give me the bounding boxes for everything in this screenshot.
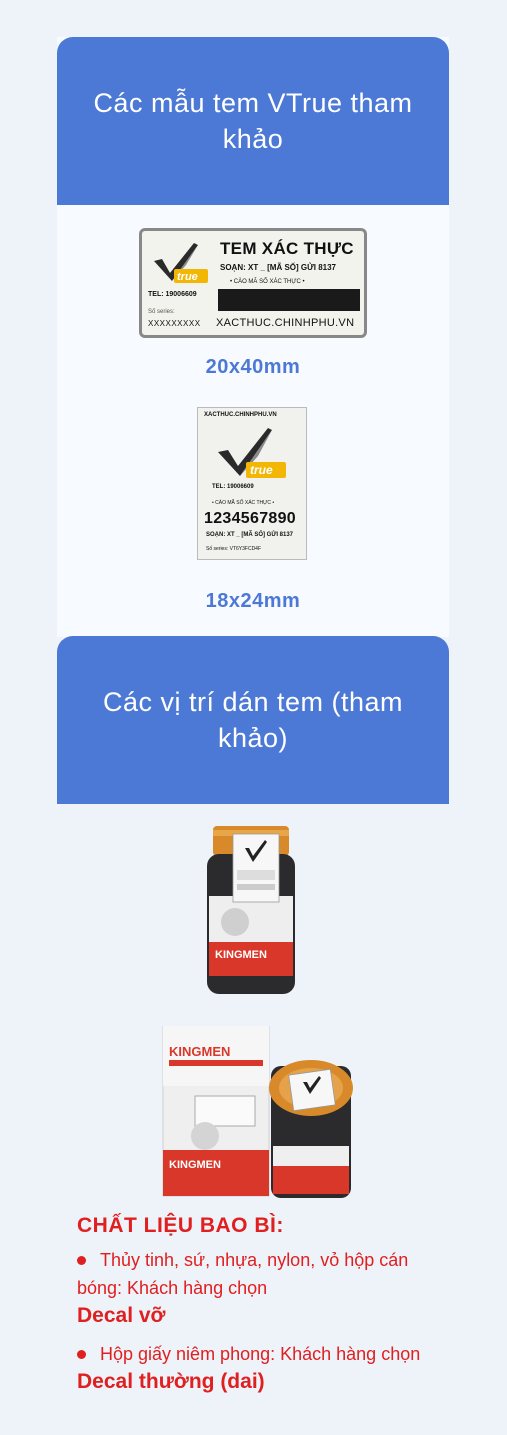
label-tel: TEL: 19006609 [148, 291, 197, 298]
series-value: Số series: VT6Y3FCD4F [206, 546, 262, 552]
label-url: XACTHUC.CHINHPHU.VN [204, 412, 277, 418]
svg-text:KINGMEN: KINGMEN [215, 949, 267, 961]
size-label-20x40: 20x40mm [205, 356, 301, 378]
materials-heading: CHẤT LIỆU BAO BÌ: [77, 1214, 284, 1237]
label-sample-20x40: true TEM XÁC THỰC SOẠN: XT _ [MÃ SỐ] GỬI… [139, 228, 367, 338]
scratch-hint: • CÀO MÃ SỐ XÁC THỰC • [212, 500, 275, 506]
section-banner-samples: Các mẫu tem VTrue tham khảo [57, 37, 449, 205]
materials-item-emphasis: Decal vỡ [77, 1304, 166, 1327]
svg-text:KINGMEN: KINGMEN [169, 1044, 230, 1059]
vtrue-logo-icon: true [218, 428, 286, 478]
size-label-18x24: 18x24mm [205, 590, 301, 612]
scratch-area [218, 289, 360, 311]
materials-item-paper: Hộp giấy niêm phong: Khách hàng chọn Dec… [77, 1340, 437, 1396]
product-box-image: KINGMEN KINGMEN [162, 1026, 353, 1198]
materials-item-glass: Thủy tinh, sứ, nhựa, nylon, vỏ hộp cán b… [77, 1246, 437, 1330]
label-title: TEM XÁC THỰC [220, 239, 354, 258]
vtrue-logo-icon: true [154, 243, 208, 283]
section-banner-positions: Các vị trí dán tem (tham khảo) [57, 636, 449, 804]
label-url: XACTHUC.CHINHPHU.VN [216, 317, 355, 329]
bullet-icon [77, 1255, 86, 1265]
svg-text:true: true [250, 463, 273, 477]
materials-item-text: Thủy tinh, sứ, nhựa, nylon, vỏ hộp cán b… [77, 1250, 409, 1298]
section-title-positions: Các vị trí dán tem (tham khảo) [102, 687, 404, 753]
svg-text:KINGMEN: KINGMEN [169, 1159, 221, 1171]
product-bottle-image: KINGMEN [207, 826, 295, 994]
label-sample-18x24: XACTHUC.CHINHPHU.VN true TEL: 19006609 •… [197, 407, 307, 560]
bullet-icon [77, 1349, 86, 1359]
series-label: Số series: [148, 309, 175, 315]
label-number: 1234567890 [204, 510, 296, 527]
svg-text:true: true [177, 271, 198, 283]
materials-item-text: Hộp giấy niêm phong: Khách hàng chọn [100, 1344, 421, 1364]
scratch-hint: • CÀO MÃ SỐ XÁC THỰC • [230, 279, 305, 285]
label-tel: TEL: 19006609 [212, 484, 254, 490]
section-title-samples: Các mẫu tem VTrue tham khảo [93, 88, 413, 154]
series-value: XXXXXXXXX [148, 319, 201, 328]
materials-item-emphasis: Decal thường (dai) [77, 1370, 265, 1393]
label-sms-code: SOẠN: XT _ [MÃ SỐ] GỬI 8137 [206, 532, 293, 538]
label-sms-code: SOẠN: XT _ [MÃ SỐ] GỬI 8137 [220, 263, 336, 272]
